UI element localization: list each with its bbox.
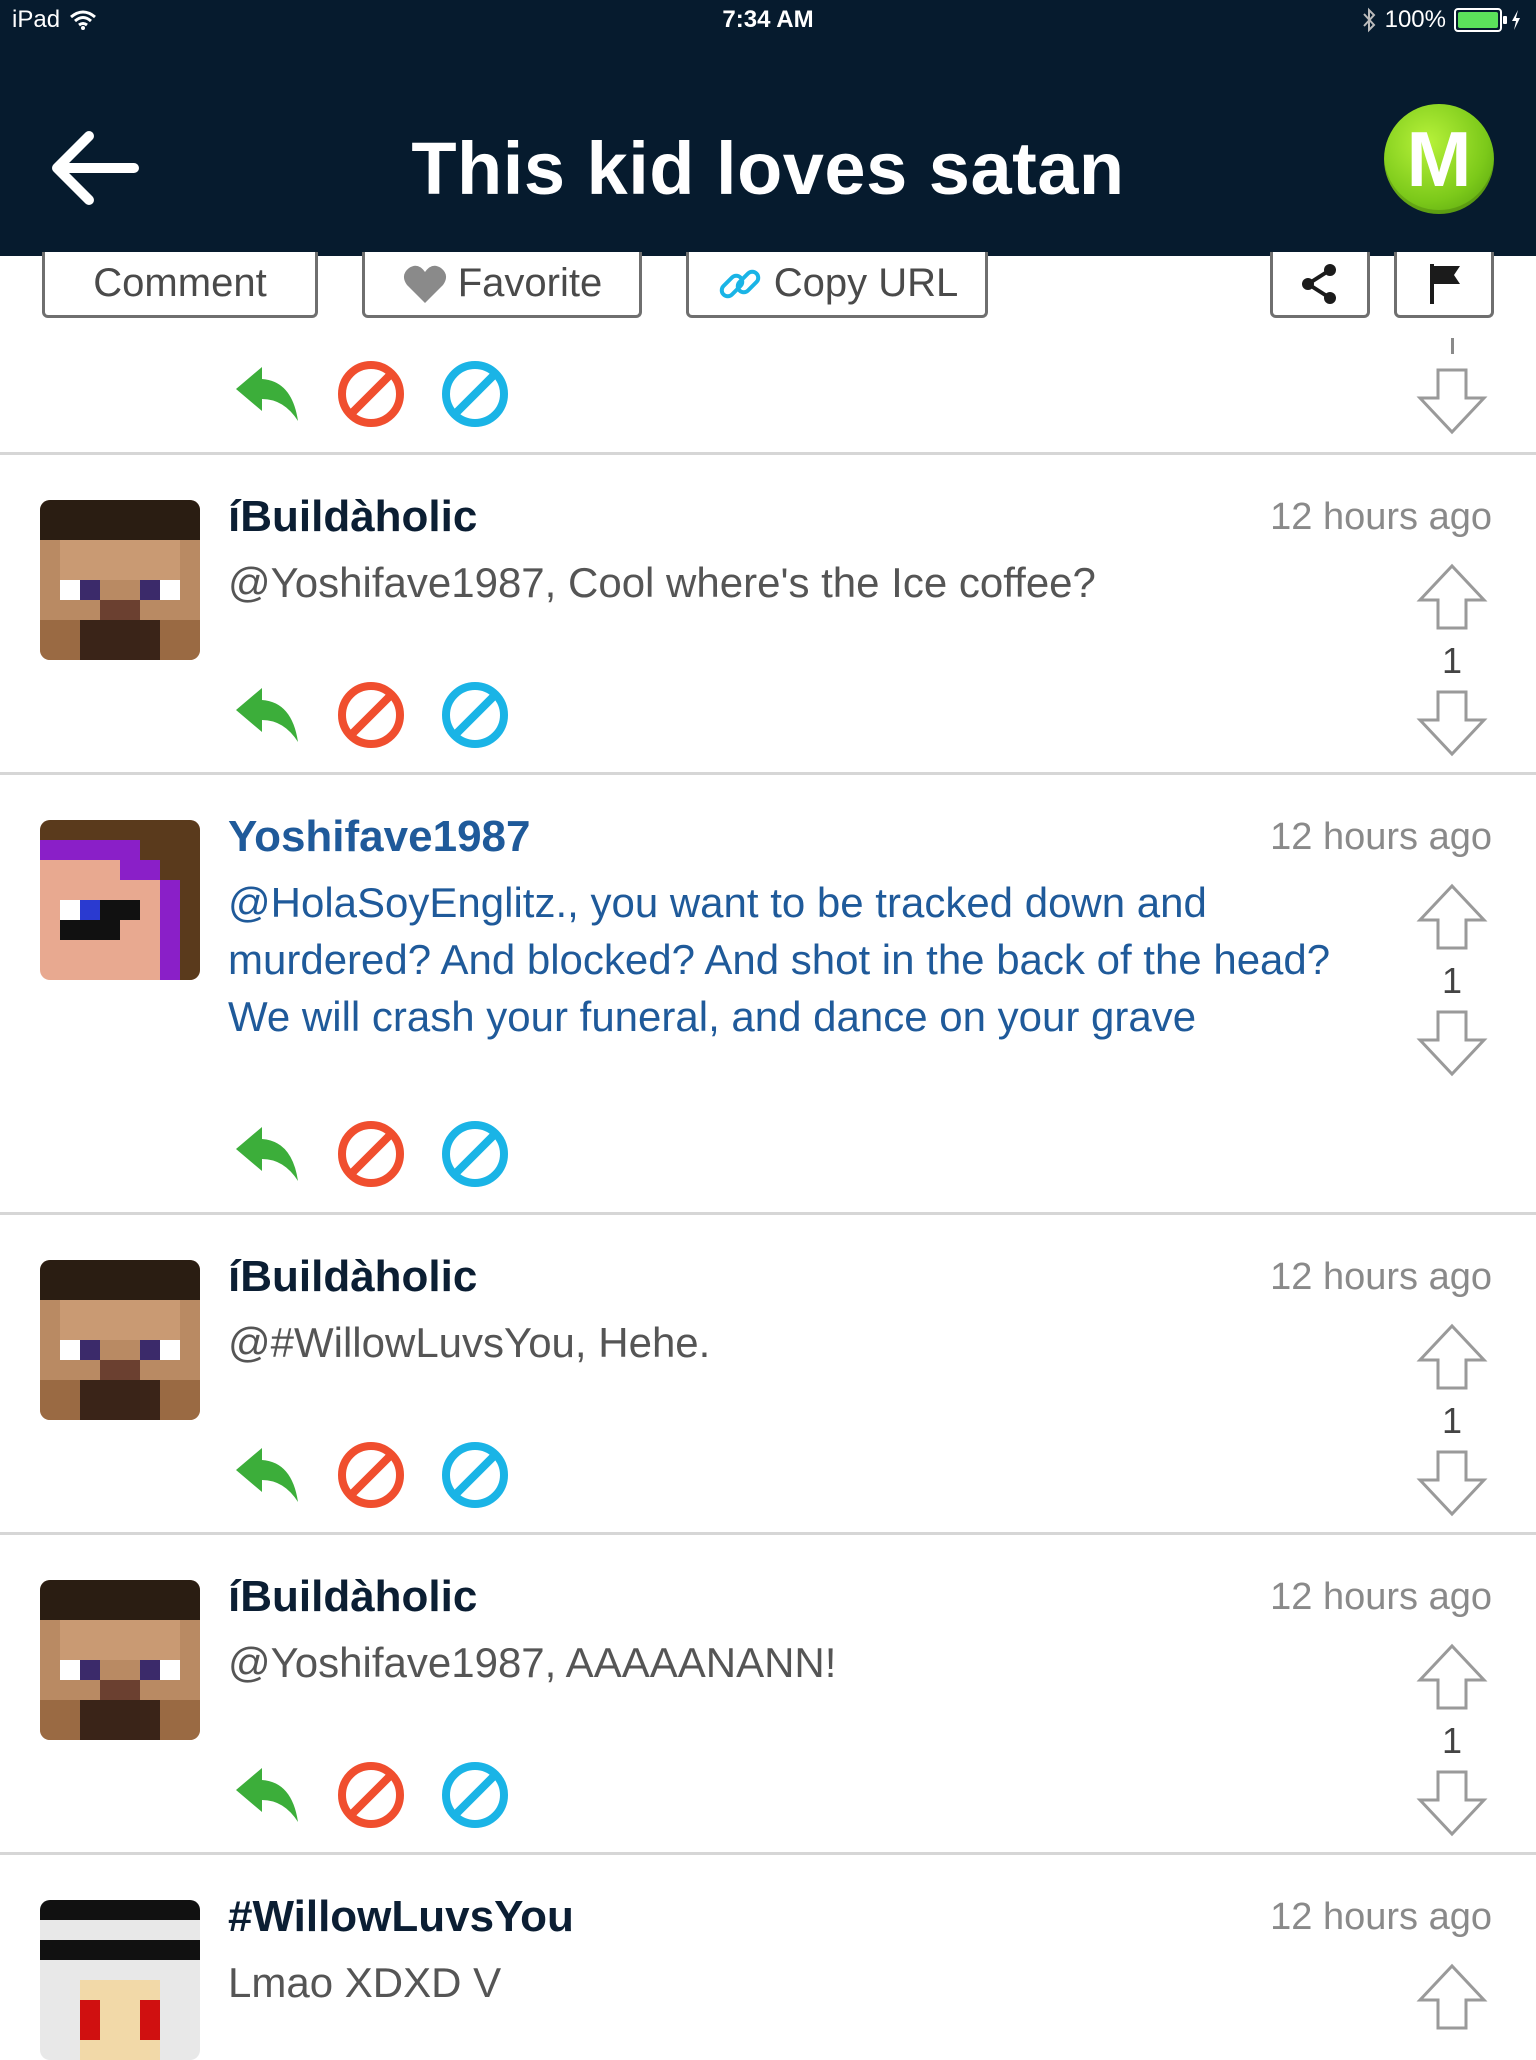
comment-username[interactable]: #WillowLuvsYou — [228, 1892, 574, 1942]
downvote-icon[interactable] — [1414, 1768, 1490, 1838]
comment-actions — [232, 1760, 510, 1830]
brand-logo[interactable]: M — [1384, 104, 1494, 214]
reply-icon[interactable] — [232, 1440, 302, 1510]
downvote-icon[interactable] — [1414, 366, 1490, 436]
status-right: 100% — [1361, 6, 1522, 34]
bluetooth-icon — [1362, 7, 1375, 33]
reply-icon[interactable] — [232, 359, 302, 429]
report-icon[interactable] — [440, 1760, 510, 1830]
upvote-icon[interactable] — [1414, 1642, 1490, 1712]
comment-divider — [0, 452, 1536, 455]
share-button[interactable] — [1270, 252, 1370, 318]
vote-count: 1 — [1441, 1400, 1463, 1441]
downvote-icon[interactable] — [1414, 688, 1490, 758]
comment-divider — [0, 1212, 1536, 1215]
vote-count: 1 — [1441, 640, 1463, 681]
block-icon[interactable] — [336, 680, 406, 750]
comment-divider — [0, 1532, 1536, 1535]
comment-username[interactable]: Yoshifave1987 — [228, 812, 530, 862]
page-title: This kid loves satan — [411, 127, 1125, 210]
comment-text: @Yoshifave1987, Cool where's the Ice cof… — [228, 559, 1096, 606]
flag-icon — [1430, 263, 1460, 304]
comment-actions — [232, 680, 510, 750]
report-icon[interactable] — [440, 680, 510, 750]
user-avatar[interactable] — [40, 820, 200, 980]
favorite-button-label: Favorite — [457, 261, 603, 305]
block-icon[interactable] — [336, 1760, 406, 1830]
heart-icon — [403, 265, 446, 303]
reply-icon[interactable] — [232, 1760, 302, 1830]
comment-divider — [0, 1852, 1536, 1855]
battery-percent: 100% — [1384, 6, 1446, 33]
copy-url-button-label: Copy URL — [773, 261, 959, 305]
flag-button[interactable] — [1394, 252, 1494, 318]
favorite-button[interactable]: Favorite — [362, 252, 642, 318]
reply-icon[interactable] — [232, 1119, 302, 1189]
report-icon[interactable] — [440, 1440, 510, 1510]
comment-timestamp: 12 hours ago — [1270, 1256, 1492, 1298]
user-avatar[interactable] — [40, 1580, 200, 1740]
vote-count: 1 — [1441, 960, 1463, 1001]
share-icon — [1302, 263, 1336, 304]
reply-icon[interactable] — [232, 680, 302, 750]
comment-text: @Yoshifave1987, AAAAANANN! — [228, 1639, 837, 1686]
comment-button[interactable]: Comment — [42, 252, 318, 318]
vote-tick — [1451, 338, 1454, 354]
comment-username[interactable]: íBuildàholic — [228, 492, 477, 542]
user-avatar[interactable] — [40, 1260, 200, 1420]
comment-text: @HolaSoyEnglitz., you want to be tracked… — [228, 879, 1331, 1040]
comment-divider — [0, 772, 1536, 775]
comment-actions — [232, 1440, 510, 1510]
block-icon[interactable] — [336, 1440, 406, 1510]
battery-cap — [1503, 16, 1507, 24]
upvote-icon[interactable] — [1414, 1322, 1490, 1392]
report-icon[interactable] — [440, 359, 510, 429]
comment-timestamp: 12 hours ago — [1270, 816, 1492, 858]
report-icon[interactable] — [440, 1119, 510, 1189]
comment-timestamp: 12 hours ago — [1270, 496, 1492, 538]
comment-timestamp: 12 hours ago — [1270, 1896, 1492, 1938]
link-icon — [719, 269, 760, 298]
user-avatar[interactable] — [40, 500, 200, 660]
comment-actions — [232, 1119, 510, 1189]
charging-icon — [1512, 10, 1520, 30]
upvote-icon[interactable] — [1414, 1962, 1490, 2032]
user-avatar[interactable] — [40, 1900, 200, 2060]
vote-count: 1 — [1441, 1720, 1463, 1761]
top-bar: iPad 7:34 AM 100% This kid loves satan M — [0, 0, 1536, 256]
battery-icon — [1454, 8, 1507, 32]
comment-timestamp: 12 hours ago — [1270, 1576, 1492, 1618]
battery-fill — [1458, 12, 1498, 28]
comment-button-label: Comment — [93, 261, 267, 305]
block-icon[interactable] — [336, 1119, 406, 1189]
block-icon[interactable] — [336, 359, 406, 429]
comment-text: Lmao XDXD V — [228, 1959, 502, 2006]
comment-username[interactable]: íBuildàholic — [228, 1252, 477, 1302]
comment-text: @#WillowLuvsYou, Hehe. — [228, 1319, 711, 1366]
downvote-icon[interactable] — [1414, 1448, 1490, 1518]
downvote-icon[interactable] — [1414, 1008, 1490, 1078]
comment-actions-0 — [232, 359, 510, 429]
comment-username[interactable]: íBuildàholic — [228, 1572, 477, 1622]
clock: 7:34 AM — [722, 6, 814, 33]
upvote-icon[interactable] — [1414, 562, 1490, 632]
upvote-icon[interactable] — [1414, 882, 1490, 952]
copy-url-button[interactable]: Copy URL — [686, 252, 988, 318]
